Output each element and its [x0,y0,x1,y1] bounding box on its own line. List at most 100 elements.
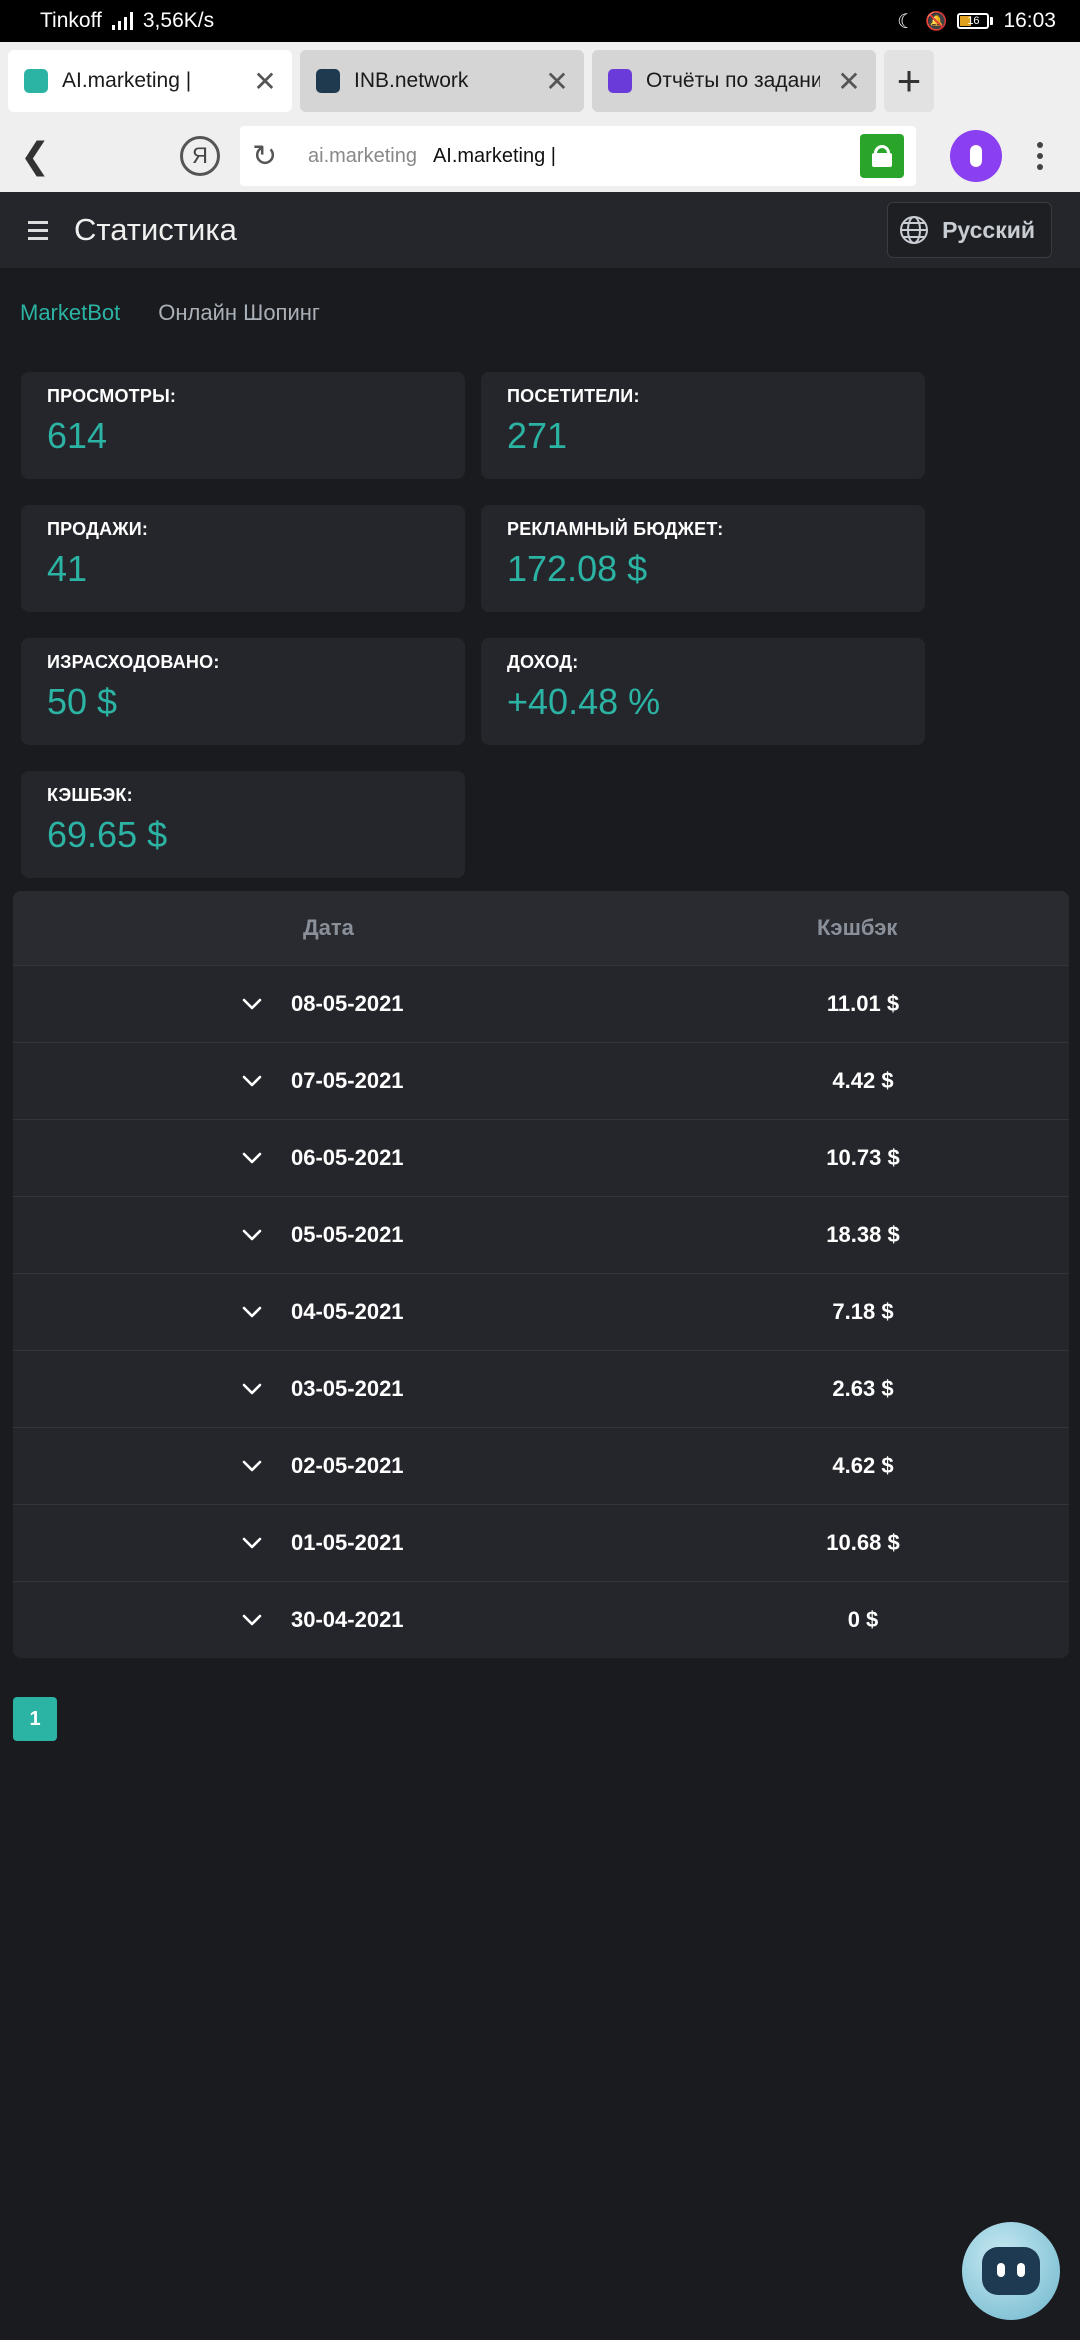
stat-card-spent: ИЗРАСХОДОВАНО: 50 $ [21,638,465,745]
robot-face-icon [982,2247,1040,2295]
subnav-item-online-shopping[interactable]: Онлайн Шопинг [158,300,320,326]
address-bar-row: ❮ Я ↻ ai.marketing AI.marketing | [0,120,1080,192]
chevron-left-icon: ❮ [20,135,51,176]
column-header-date[interactable]: Дата [303,915,354,941]
row-date: 30-04-2021 [291,1607,404,1632]
row-cashback: 4.62 $ [832,1453,894,1478]
row-date: 03-05-2021 [291,1376,404,1401]
table-row[interactable]: 07-05-2021 4.42 $ [13,1042,1069,1119]
table-header: Дата Кэшбэк [13,891,1069,965]
back-button[interactable]: ❮ [20,135,80,177]
tab-inb-network[interactable]: INB.network ✕ [300,50,584,112]
yandex-logo-icon[interactable]: Я [180,136,220,176]
stat-label: РЕКЛАМНЫЙ БЮДЖЕТ: [507,519,724,539]
chevron-down-icon[interactable] [241,1455,263,1477]
chevron-down-icon[interactable] [241,1147,263,1169]
tab-title: Отчёты по задания [646,69,820,92]
close-icon[interactable]: ✕ [542,65,572,98]
sub-navigation: MarketBot Онлайн Шопинг [20,300,320,326]
row-date: 08-05-2021 [291,991,404,1016]
chevron-down-icon[interactable] [241,1301,263,1323]
stat-value: 41 [47,548,88,589]
close-icon[interactable]: ✕ [834,65,864,98]
ai-marketing-favicon-icon [24,69,48,93]
battery-icon: 16 [957,13,994,29]
table-row[interactable]: 08-05-2021 11.01 $ [13,965,1069,1042]
table-row[interactable]: 01-05-2021 10.68 $ [13,1504,1069,1581]
table-row[interactable]: 05-05-2021 18.38 $ [13,1196,1069,1273]
row-cashback: 2.63 $ [832,1376,894,1401]
microphone-icon [950,130,1002,182]
signal-icon [111,12,133,30]
language-selector[interactable]: Русский [887,202,1052,258]
chevron-down-icon[interactable] [241,1609,263,1631]
reload-icon[interactable]: ↻ [252,139,292,174]
globe-icon [900,216,929,244]
browser-tabs: AI.marketing | ✕ INB.network ✕ Отчёты по… [0,42,1080,120]
stat-card-visitors: ПОСЕТИТЕЛИ: 271 [481,372,925,479]
stat-label: КЭШБЭК: [47,785,133,805]
table-row[interactable]: 02-05-2021 4.62 $ [13,1427,1069,1504]
row-cashback: 7.18 $ [832,1299,894,1324]
table-row[interactable]: 30-04-2021 0 $ [13,1581,1069,1658]
reports-favicon-icon [608,69,632,93]
column-header-cashback[interactable]: Кэшбэк [817,915,897,941]
table-row[interactable]: 03-05-2021 2.63 $ [13,1350,1069,1427]
stat-value: 69.65 $ [47,814,168,855]
tab-title: AI.marketing | [62,69,192,92]
stat-label: ПОСЕТИТЕЛИ: [507,386,640,406]
address-page-title: AI.marketing | [432,144,556,167]
inb-network-favicon-icon [316,69,340,93]
page: Tinkoff 3,56K/s ☾ 🔕 16 16:03 AI.marketin… [0,0,1080,2340]
language-label: Русский [942,216,1035,243]
row-cashback: 4.42 $ [832,1068,894,1093]
table-row[interactable]: 04-05-2021 7.18 $ [13,1273,1069,1350]
stat-value: +40.48 % [507,681,661,722]
tab-title: INB.network [354,69,469,92]
chatbot-assistant-icon[interactable] [962,2222,1060,2320]
stat-card-cashback: КЭШБЭК: 69.65 $ [21,771,465,878]
address-domain: ai.marketing [308,144,417,167]
row-date: 06-05-2021 [291,1145,404,1170]
row-cashback: 10.68 $ [826,1530,900,1555]
status-right: ☾ 🔕 16 16:03 [897,9,1056,34]
moon-icon: ☾ [897,10,916,33]
row-cashback: 18.38 $ [826,1222,900,1247]
network-speed: 3,56K/s [142,9,215,32]
row-date: 05-05-2021 [291,1222,404,1247]
stat-label: ПРОДАЖИ: [47,519,149,539]
chevron-down-icon[interactable] [241,1532,263,1554]
stat-label: ДОХОД: [507,652,579,672]
clock: 16:03 [1003,9,1056,32]
voice-search-button[interactable] [932,124,1020,188]
chevron-down-icon[interactable] [241,1224,263,1246]
subnav-item-marketbot[interactable]: MarketBot [20,300,120,326]
yandex-logo-letter: Я [192,143,208,168]
stat-value: 172.08 $ [507,548,648,589]
stat-card-views: ПРОСМОТРЫ: 614 [21,372,465,479]
row-cashback: 11.01 $ [826,991,900,1016]
row-date: 02-05-2021 [291,1453,404,1478]
tab-ai-marketing[interactable]: AI.marketing | ✕ [8,50,292,112]
close-icon[interactable]: ✕ [250,65,280,98]
stat-value: 614 [47,415,108,456]
chevron-down-icon[interactable] [241,1070,263,1092]
stat-card-income: ДОХОД: +40.48 % [481,638,925,745]
chevron-down-icon[interactable] [241,1378,263,1400]
stat-label: ИЗРАСХОДОВАНО: [47,652,220,672]
carrier-name: Tinkoff [40,9,102,32]
address-field[interactable]: ↻ ai.marketing AI.marketing | [240,126,916,186]
battery-level: 16 [967,15,980,27]
menu-kebab-icon[interactable] [1020,142,1060,170]
hamburger-menu-icon[interactable] [28,220,48,240]
row-date: 01-05-2021 [291,1530,404,1555]
header-left: Статистика [28,212,237,248]
lock-icon[interactable] [860,134,904,178]
table-row[interactable]: 06-05-2021 10.73 $ [13,1119,1069,1196]
chevron-down-icon[interactable] [241,993,263,1015]
stat-value: 271 [507,415,568,456]
pagination-page-1[interactable]: 1 [13,1697,57,1741]
new-tab-button[interactable]: + [884,50,934,112]
tab-reports[interactable]: Отчёты по задания ✕ [592,50,876,112]
row-date: 07-05-2021 [291,1068,404,1093]
